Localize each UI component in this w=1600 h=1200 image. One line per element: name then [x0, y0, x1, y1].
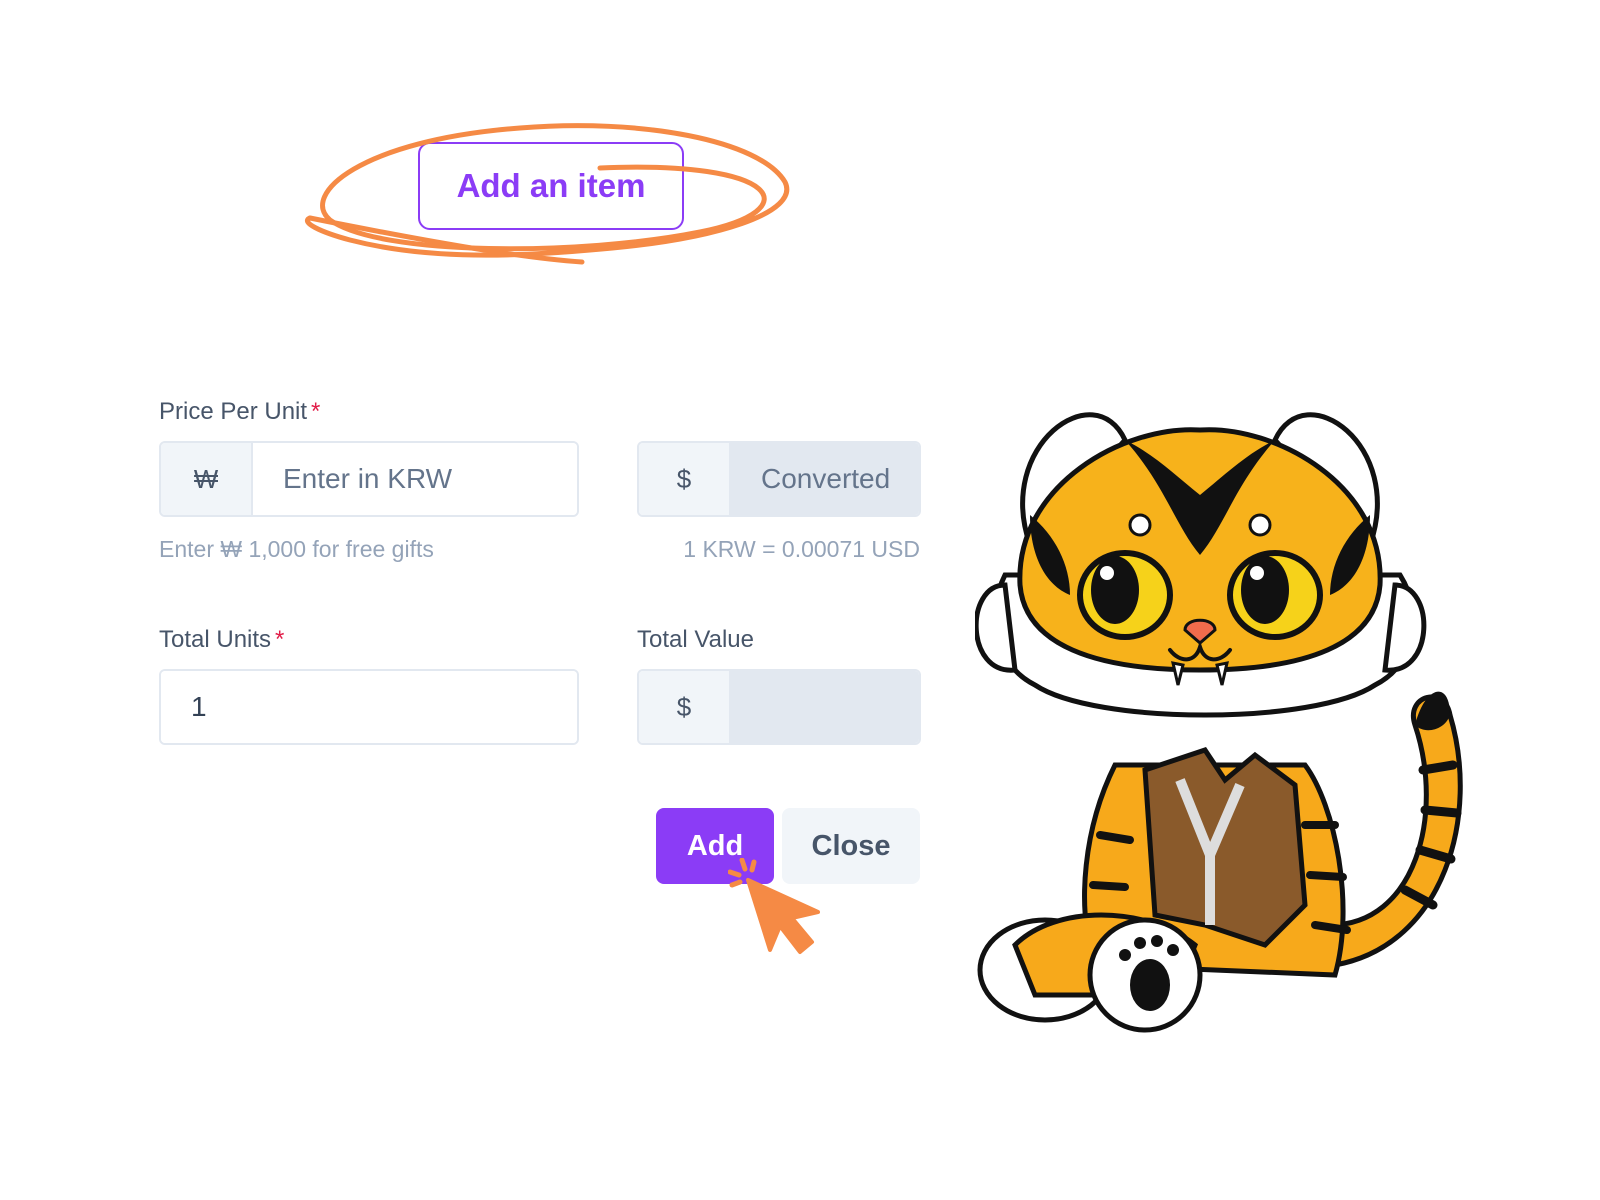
price-krw-input[interactable] — [253, 443, 577, 515]
exchange-rate-note: 1 KRW = 0.00071 USD — [683, 536, 920, 562]
required-mark: * — [275, 626, 285, 653]
price-per-unit-input-group: ₩ — [159, 441, 579, 517]
total-units-input[interactable] — [161, 671, 577, 743]
pointer-cursor-icon — [728, 858, 820, 954]
required-mark: * — [311, 398, 321, 425]
add-an-item-label: Add an item — [456, 167, 646, 204]
total-units-label: Total Units * — [159, 626, 284, 654]
price-per-unit-label-text: Price Per Unit — [159, 398, 308, 425]
total-value-label: Total Value — [637, 626, 754, 653]
tiger-mascot-illustration — [975, 412, 1463, 1033]
highlight-scribble-icon — [305, 123, 790, 265]
usd-currency-addon: $ — [639, 443, 731, 515]
converted-usd-field — [731, 443, 919, 515]
total-value-field — [731, 671, 919, 743]
converted-usd-input-group: $ — [637, 441, 921, 517]
krw-currency-addon: ₩ — [161, 443, 253, 515]
total-value-input-group: $ — [637, 669, 921, 745]
add-an-item-button[interactable]: Add an item — [418, 142, 684, 230]
price-per-unit-label: Price Per Unit * — [159, 398, 320, 426]
usd-currency-addon: $ — [639, 671, 731, 743]
free-gifts-help-text: Enter ₩ 1,000 for free gifts — [159, 536, 434, 562]
total-units-label-text: Total Units — [159, 626, 272, 653]
total-units-input-group — [159, 669, 579, 745]
